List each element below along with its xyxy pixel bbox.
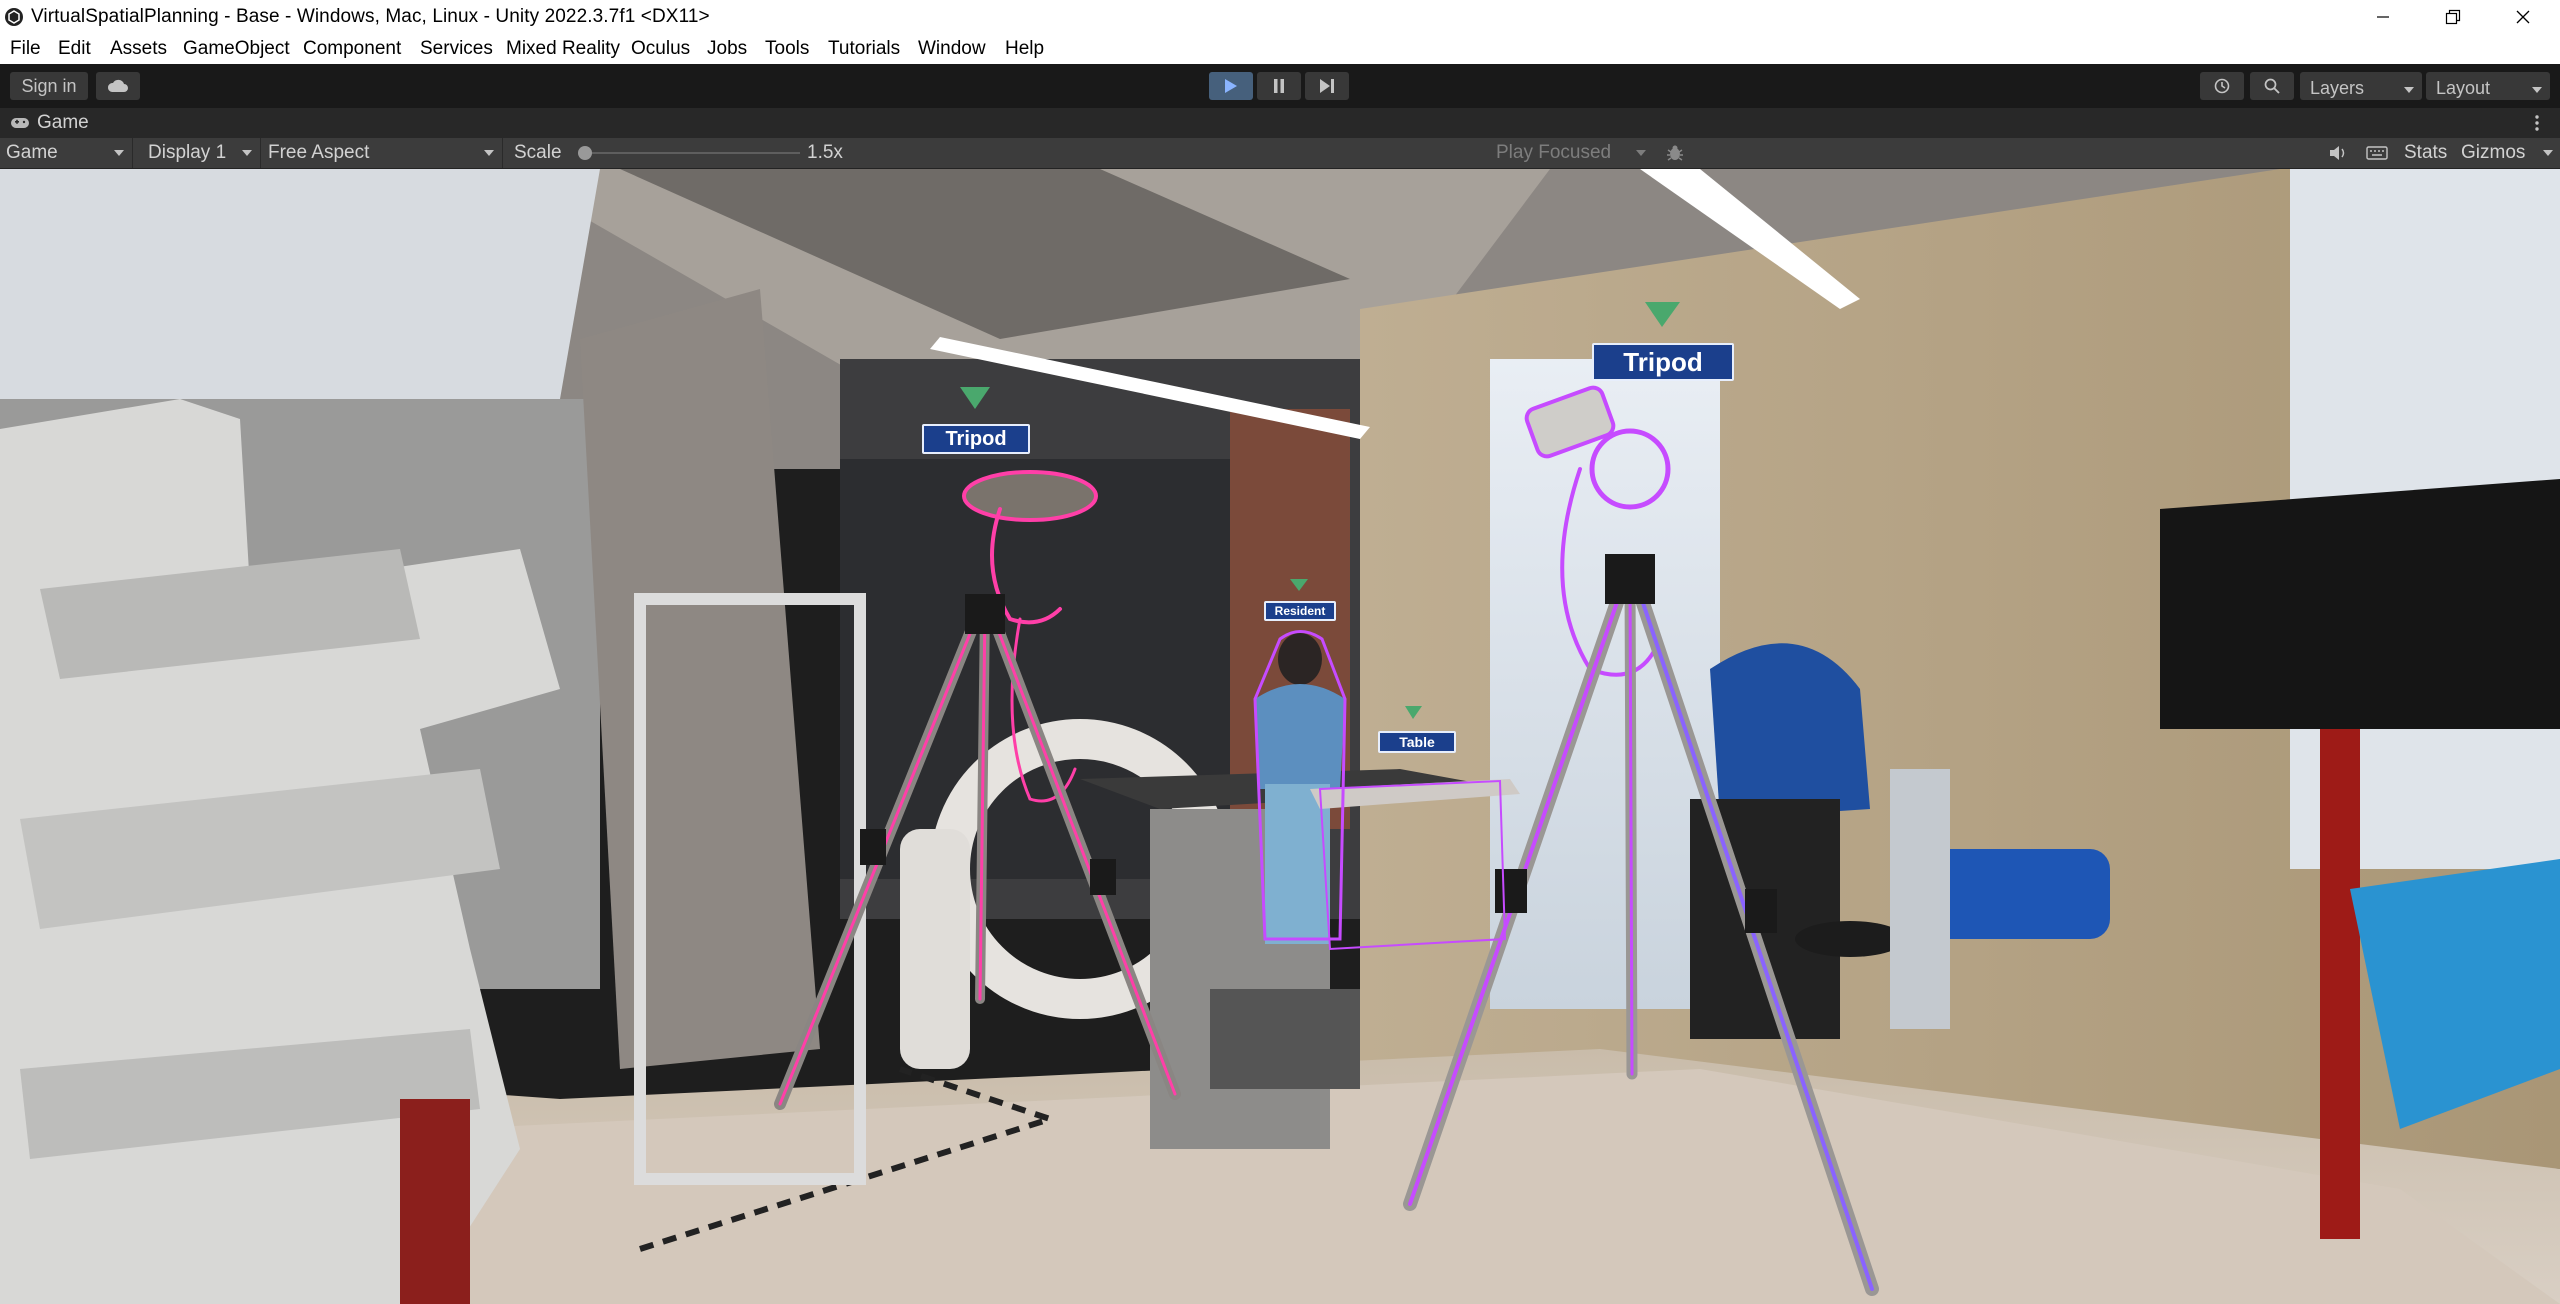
chevron-down-icon xyxy=(242,150,252,156)
chevron-down-icon xyxy=(484,150,494,156)
chevron-down-icon xyxy=(1636,150,1646,156)
menu-help[interactable]: Help xyxy=(1005,38,1044,60)
step-button[interactable] xyxy=(1305,72,1349,100)
menu-gameobject[interactable]: GameObject xyxy=(183,38,290,60)
close-button[interactable] xyxy=(2488,0,2558,34)
menu-assets[interactable]: Assets xyxy=(110,38,167,60)
keyboard-icon[interactable] xyxy=(2366,146,2388,160)
tab-game-label: Game xyxy=(37,112,89,133)
search-icon xyxy=(2264,78,2280,94)
step-icon xyxy=(1320,79,1334,93)
menu-file[interactable]: File xyxy=(10,38,41,60)
undo-history-button[interactable] xyxy=(2200,72,2244,100)
chevron-down-icon xyxy=(2532,87,2542,93)
game-viewport[interactable]: Tripod Tripod Resident Table xyxy=(0,169,2560,1304)
display-label: Display 1 xyxy=(148,142,227,163)
minimize-icon xyxy=(2377,16,2389,18)
title-bar: VirtualSpatialPlanning - Base - Windows,… xyxy=(0,0,2560,34)
play-icon xyxy=(1225,79,1237,93)
view-type-dropdown[interactable]: Game xyxy=(0,138,133,168)
play-focused-dropdown[interactable]: Play Focused xyxy=(1490,138,1654,168)
layout-dropdown[interactable]: Layout xyxy=(2426,72,2550,100)
gamepad-icon xyxy=(11,118,29,128)
menu-edit[interactable]: Edit xyxy=(58,38,91,60)
restore-button[interactable] xyxy=(2418,0,2488,34)
pause-button[interactable] xyxy=(1257,72,1301,100)
aspect-dropdown[interactable]: Free Aspect xyxy=(262,138,503,168)
aspect-label: Free Aspect xyxy=(268,142,370,163)
play-button[interactable] xyxy=(1209,72,1253,100)
history-icon xyxy=(2214,78,2230,94)
tripod-left-label: Tripod xyxy=(922,424,1030,454)
menu-mixed-reality[interactable]: Mixed Reality xyxy=(506,38,620,60)
menu-tutorials[interactable]: Tutorials xyxy=(828,38,900,60)
cloud-button[interactable] xyxy=(96,72,140,100)
panel-tab-strip: Game xyxy=(0,108,2560,138)
chevron-down-icon xyxy=(2543,150,2553,156)
gizmos-dropdown[interactable]: Gizmos xyxy=(2455,138,2560,168)
kebab-menu-icon[interactable] xyxy=(2534,114,2540,132)
layers-dropdown[interactable]: Layers xyxy=(2300,72,2422,100)
gizmos-label: Gizmos xyxy=(2461,142,2526,163)
menu-tools[interactable]: Tools xyxy=(765,38,809,60)
menu-oculus[interactable]: Oculus xyxy=(631,38,690,60)
scale-label: Scale xyxy=(514,142,562,163)
restore-icon xyxy=(2445,9,2461,25)
chevron-down-icon xyxy=(2404,87,2414,93)
search-button[interactable] xyxy=(2250,72,2294,100)
scale-slider-track xyxy=(578,152,800,154)
game-view-toolbar: Game Display 1 Free Aspect Scale 1.5x Pl… xyxy=(0,138,2560,169)
table-label: Table xyxy=(1378,731,1456,753)
tab-game[interactable]: Game xyxy=(0,108,110,138)
tripod-right-label: Tripod xyxy=(1592,343,1734,381)
scale-slider-thumb[interactable] xyxy=(578,146,592,160)
scale-slider[interactable] xyxy=(578,146,800,160)
layers-label: Layers xyxy=(2310,78,2365,98)
menu-services[interactable]: Services xyxy=(420,38,493,60)
display-dropdown[interactable]: Display 1 xyxy=(142,138,261,168)
stats-button[interactable]: Stats xyxy=(2404,142,2447,164)
play-focused-label: Play Focused xyxy=(1496,142,1612,163)
layout-label: Layout xyxy=(2436,78,2491,98)
window-title: VirtualSpatialPlanning - Base - Windows,… xyxy=(31,6,710,27)
sign-in-button[interactable]: Sign in xyxy=(10,72,88,100)
view-type-label: Game xyxy=(6,142,58,163)
pause-icon xyxy=(1274,79,1284,93)
menu-window[interactable]: Window xyxy=(918,38,986,60)
bug-icon[interactable] xyxy=(1665,144,1685,162)
unity-logo-icon xyxy=(5,8,23,26)
main-toolbar: Sign in Layers Layout xyxy=(0,64,2560,108)
scale-value: 1.5x xyxy=(807,142,843,163)
minimize-button[interactable] xyxy=(2348,0,2418,34)
resident-label: Resident xyxy=(1264,601,1336,621)
menu-bar: File Edit Assets GameObject Component Se… xyxy=(0,34,2560,65)
scene-render xyxy=(0,169,2560,1304)
chevron-down-icon xyxy=(114,150,124,156)
cloud-icon xyxy=(107,79,128,92)
menu-jobs[interactable]: Jobs xyxy=(707,38,747,60)
close-icon xyxy=(2516,10,2530,24)
audio-mute-icon[interactable] xyxy=(2328,145,2348,161)
menu-component[interactable]: Component xyxy=(303,38,401,60)
